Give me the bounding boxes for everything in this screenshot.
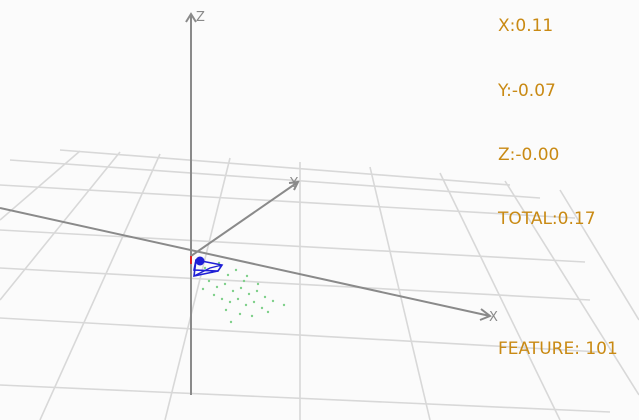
- y-axis-label: Y: [289, 176, 298, 191]
- ground-grid: [0, 149, 639, 420]
- feature-count-readout: FEATURE: 101: [498, 339, 618, 359]
- x-axis-line: [0, 207, 491, 317]
- total-readout: TOTAL:0.17: [498, 209, 596, 229]
- y-readout: Y:-0.07: [498, 81, 556, 101]
- axes: Z Y X: [0, 10, 498, 395]
- z-readout: Z:-0.00: [498, 145, 560, 165]
- camera-pose-icon: [190, 256, 224, 278]
- x-axis-label: X: [489, 310, 498, 325]
- 3d-viewport[interactable]: Z Y X X:0.11 Y:-0.07 Z:-0.00 TOTAL:0.17 …: [0, 0, 639, 420]
- x-readout: X:0.11: [498, 16, 554, 36]
- z-axis-label: Z: [196, 10, 205, 25]
